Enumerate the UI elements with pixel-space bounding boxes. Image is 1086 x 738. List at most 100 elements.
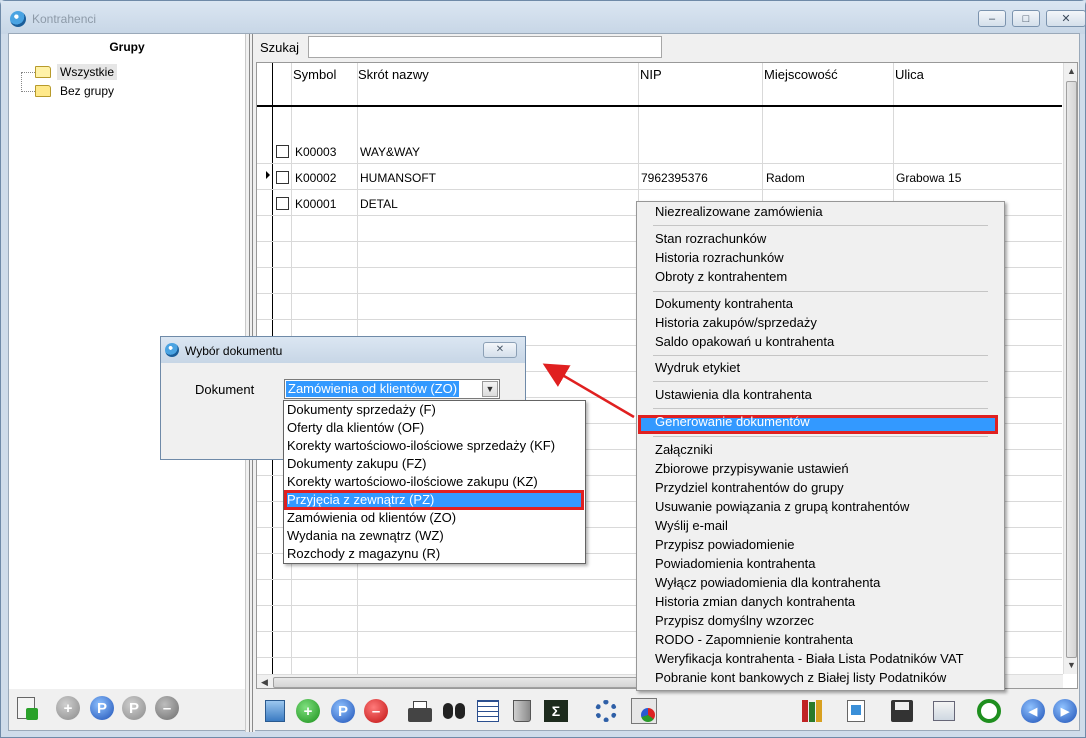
tree-item-no-group[interactable]: Bez grupy: [35, 82, 117, 99]
context-menu-item[interactable]: Obroty z kontrahentem: [655, 269, 787, 284]
refresh-icon[interactable]: [976, 698, 1002, 724]
context-menu-item[interactable]: Historia zakupów/sprzedaży: [655, 315, 817, 330]
groups-title: Grupy: [109, 40, 145, 54]
context-menu-item[interactable]: Usuwanie powiązania z grupą kontrahentów: [655, 499, 909, 514]
vertical-scrollbar[interactable]: ▲ ▼: [1063, 63, 1077, 674]
grid-row-line: [257, 189, 1062, 190]
scroll-up-icon[interactable]: ▲: [1067, 66, 1076, 76]
header-divider: [257, 105, 1062, 107]
close-button[interactable]: ✕: [1046, 10, 1086, 27]
context-menu-item[interactable]: Historia rozrachunków: [655, 250, 784, 265]
settings-icon[interactable]: [593, 698, 619, 724]
tree-line: [21, 72, 35, 73]
row-checkbox[interactable]: [276, 171, 289, 184]
dialog-close-button[interactable]: ✕: [483, 342, 517, 358]
context-menu-item[interactable]: Przypisz powiadomienie: [655, 537, 794, 552]
dropdown-option[interactable]: Zamówienia od klientów (ZO): [287, 509, 456, 527]
column-header-name[interactable]: Skrót nazwy: [358, 67, 429, 82]
add-icon[interactable]: +: [295, 698, 321, 724]
p-icon[interactable]: P: [121, 695, 147, 721]
cell-name: WAY&WAY: [360, 145, 420, 159]
context-menu-item[interactable]: Pobranie kont bankowych z Białej listy P…: [655, 670, 946, 685]
save-icon[interactable]: [889, 698, 915, 724]
dropdown-option[interactable]: Korekty wartościowo-ilościowe zakupu (KZ…: [287, 473, 538, 491]
dropdown-option[interactable]: Przyjęcia z zewnątrz (PZ): [287, 491, 434, 509]
context-menu-item[interactable]: Historia zmian danych kontrahenta: [655, 594, 855, 609]
dropdown-option[interactable]: Wydania na zewnątrz (WZ): [287, 527, 444, 545]
dialog-title: Wybór dokumentu: [185, 344, 283, 358]
horizontal-scroll-thumb[interactable]: [273, 677, 643, 688]
context-menu-item[interactable]: Saldo opakowań u kontrahenta: [655, 334, 834, 349]
next-icon[interactable]: ▶: [1052, 698, 1078, 724]
table-icon[interactable]: [475, 698, 501, 724]
scroll-down-icon[interactable]: ▼: [1067, 660, 1076, 670]
cell-street: Grabowa 15: [896, 171, 962, 185]
import-icon[interactable]: [262, 698, 288, 724]
cell-name: DETAL: [360, 197, 398, 211]
context-menu-item[interactable]: Przypisz domyślny wzorzec: [655, 613, 814, 628]
context-menu-item[interactable]: Ustawienia dla kontrahenta: [655, 387, 812, 402]
context-menu-item[interactable]: RODO - Zapomnienie kontrahenta: [655, 632, 853, 647]
add-icon[interactable]: +: [55, 695, 81, 721]
window-title: Kontrahenci: [32, 12, 97, 26]
binoculars-icon[interactable]: [441, 698, 467, 724]
sum-icon[interactable]: Σ: [543, 698, 569, 724]
document-label: Dokument: [195, 382, 255, 397]
copy-icon[interactable]: [931, 698, 957, 724]
app-icon: [10, 11, 26, 27]
cell-city: Radom: [766, 171, 805, 185]
delete-icon[interactable]: –: [363, 698, 389, 724]
column-header-city[interactable]: Miejscowość: [764, 67, 838, 82]
dropdown-option[interactable]: Dokumenty sprzedaży (F): [287, 401, 436, 419]
print-icon[interactable]: [407, 698, 433, 724]
column-header-nip[interactable]: NIP: [640, 67, 662, 82]
previous-icon[interactable]: ◀: [1020, 698, 1046, 724]
chevron-down-icon[interactable]: ▼: [482, 381, 498, 397]
context-menu-item[interactable]: Niezrealizowane zamówienia: [655, 204, 823, 219]
search-icon[interactable]: P: [89, 695, 115, 721]
cell-nip: 7962395376: [641, 171, 708, 185]
context-menu-item[interactable]: Dokumenty kontrahenta: [655, 296, 793, 311]
row-checkbox[interactable]: [276, 145, 289, 158]
import-document-icon[interactable]: [13, 695, 39, 721]
column-header-symbol[interactable]: Symbol: [293, 67, 336, 82]
column-header-street[interactable]: Ulica: [895, 67, 924, 82]
context-menu-item[interactable]: Załączniki: [655, 442, 713, 457]
row-checkbox[interactable]: [276, 197, 289, 210]
maximize-button[interactable]: □: [1012, 10, 1040, 27]
search-icon[interactable]: P: [330, 698, 356, 724]
trash-icon[interactable]: [509, 698, 535, 724]
folder-open-icon: [35, 65, 51, 78]
dropdown-option[interactable]: Rozchody z magazynu (R): [287, 545, 440, 563]
menu-separator: [653, 225, 988, 226]
context-menu-item[interactable]: Wydruk etykiet: [655, 360, 740, 375]
title-bar: Kontrahenci – □ ✕: [1, 1, 1086, 34]
context-menu-item[interactable]: Stan rozrachunków: [655, 231, 766, 246]
search-input[interactable]: [308, 36, 662, 58]
context-menu-item[interactable]: Przydziel kontrahentów do grupy: [655, 480, 844, 495]
dropdown-option[interactable]: Korekty wartościowo-ilościowe sprzedaży …: [287, 437, 555, 455]
remove-icon[interactable]: –: [154, 695, 180, 721]
context-menu-item[interactable]: Wyłącz powiadomienia dla kontrahenta: [655, 575, 880, 590]
minimize-button[interactable]: –: [978, 10, 1006, 27]
context-menu-item[interactable]: Generowanie dokumentów: [655, 414, 810, 429]
books-icon[interactable]: [799, 698, 825, 724]
context-menu-item[interactable]: Powiadomienia kontrahenta: [655, 556, 815, 571]
tree-line: [21, 72, 22, 92]
search-label: Szukaj: [260, 40, 300, 55]
dialog-title-bar: Wybór dokumentu ✕: [161, 337, 525, 363]
document-dropdown-list: Dokumenty sprzedaży (F) Oferty dla klient…: [283, 400, 586, 564]
scroll-left-icon[interactable]: ◀: [261, 677, 268, 688]
document-select[interactable]: Zamówienia od klientów (ZO) ▼: [284, 379, 500, 399]
context-menu-item[interactable]: Weryfikacja kontrahenta - Biała Lista Po…: [655, 651, 964, 666]
vertical-scroll-thumb[interactable]: [1066, 81, 1077, 658]
menu-separator: [653, 381, 988, 382]
chart-icon[interactable]: [631, 698, 657, 724]
document-icon[interactable]: [843, 698, 869, 724]
document-select-value: Zamówienia od klientów (ZO): [286, 381, 460, 397]
dropdown-option[interactable]: Dokumenty zakupu (FZ): [287, 455, 426, 473]
tree-item-all[interactable]: Wszystkie: [35, 63, 117, 80]
dropdown-option[interactable]: Oferty dla klientów (OF): [287, 419, 424, 437]
context-menu-item[interactable]: Wyślij e-mail: [655, 518, 728, 533]
context-menu-item[interactable]: Zbiorowe przypisywanie ustawień: [655, 461, 849, 476]
